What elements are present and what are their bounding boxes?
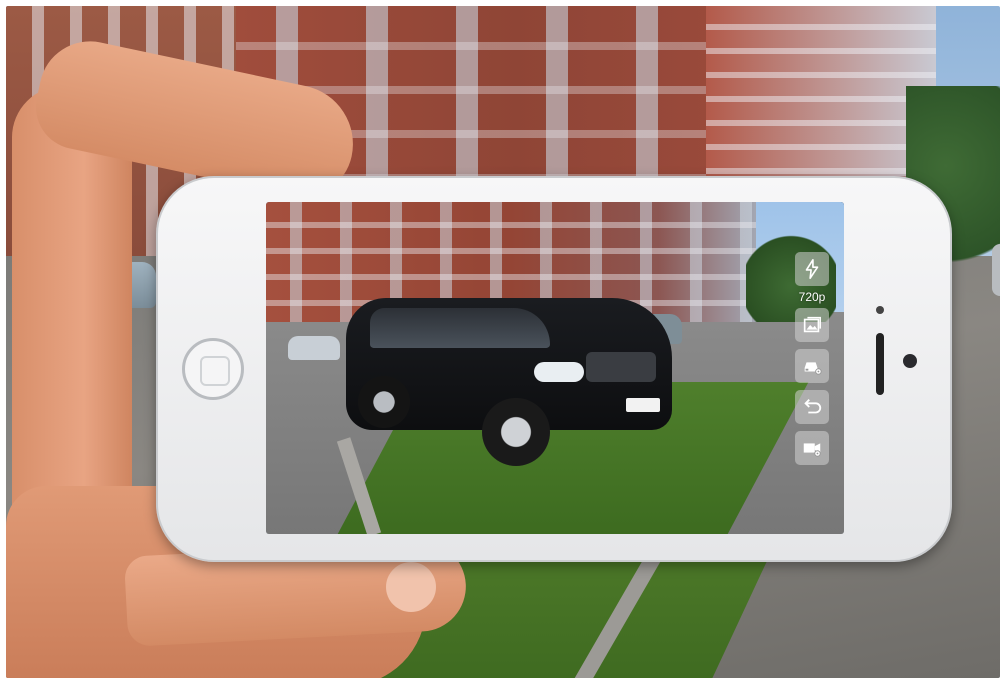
suv-grille	[586, 352, 656, 382]
car-settings-icon	[804, 362, 822, 375]
car-settings-button[interactable]	[795, 349, 829, 383]
rotate-icon	[804, 399, 822, 414]
flash-icon	[805, 259, 819, 279]
gallery-button[interactable]	[795, 308, 829, 342]
home-button-icon	[200, 356, 230, 386]
camera-viewfinder[interactable]: 720p	[266, 202, 844, 534]
smartphone: 720p	[156, 176, 952, 562]
suv-license-plate	[626, 398, 660, 412]
viewfinder-parked-car	[288, 336, 340, 360]
suv-front-wheel	[482, 398, 550, 466]
background-car-edge	[992, 244, 1000, 296]
earpiece-speaker	[876, 333, 884, 395]
video-settings-icon	[803, 443, 821, 457]
suv-headlight	[534, 362, 584, 382]
front-camera	[903, 354, 917, 368]
background-building-right	[706, 6, 936, 176]
suv-window	[370, 308, 550, 348]
home-button[interactable]	[182, 338, 244, 400]
video-settings-button[interactable]	[795, 431, 829, 465]
proximity-sensor	[876, 306, 884, 314]
gallery-icon	[803, 316, 821, 333]
thumb-nail	[386, 562, 436, 612]
resolution-label[interactable]: 720p	[799, 290, 826, 304]
camera-controls: 720p	[792, 252, 832, 465]
flash-button[interactable]	[795, 252, 829, 286]
suv-rear-wheel	[358, 376, 410, 428]
photo-frame: 720p	[6, 6, 1000, 678]
rotate-button[interactable]	[795, 390, 829, 424]
